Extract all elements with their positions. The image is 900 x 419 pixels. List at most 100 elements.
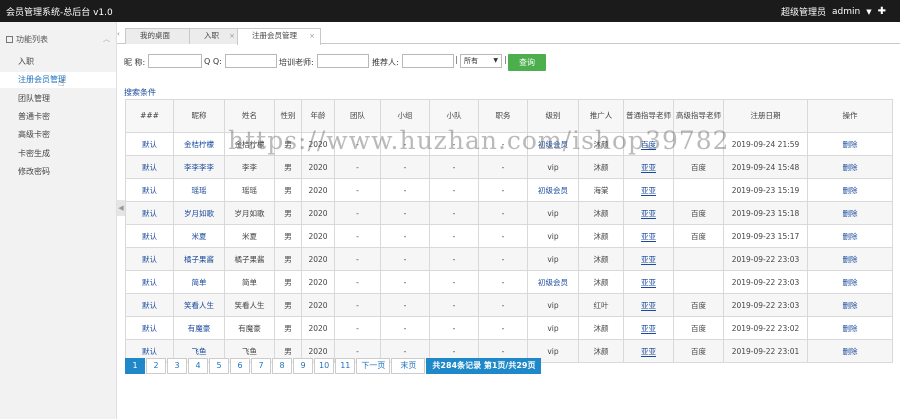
name-cell: 瑶瑶 <box>242 185 257 195</box>
name-column-cell: 笑看人生 <box>224 293 275 317</box>
sidebar-item-members[interactable]: 注册会员管理 ☝ <box>0 72 116 89</box>
nickname-link[interactable]: 米夏 <box>192 232 207 241</box>
tab-scroll-left-icon[interactable]: ‹ <box>117 30 120 38</box>
chevron-down-icon[interactable]: ▼ <box>866 8 871 16</box>
nickname-link[interactable]: 金桔柠檬 <box>184 140 214 149</box>
nickname-link[interactable]: 笑看人生 <box>184 301 214 310</box>
page-button[interactable]: 3 <box>167 358 187 374</box>
promoter-cell: 沐颜 <box>593 323 609 333</box>
normal-mentor-link[interactable]: 亚亚 <box>641 277 656 288</box>
page-button[interactable]: 8 <box>272 358 292 374</box>
row-default-link[interactable]: 默认 <box>142 163 157 172</box>
squad-column-cell: - <box>429 293 479 317</box>
team-cell: - <box>356 277 359 287</box>
row-default-link[interactable]: 默认 <box>142 255 157 264</box>
register-date-cell: 2019-09-22 23:02 <box>731 323 800 333</box>
normal-mentor-link[interactable]: 亚亚 <box>641 254 656 265</box>
age-cell: 2020 <box>308 277 328 287</box>
nickname-link[interactable]: 岁月如歌 <box>184 209 214 218</box>
id-column-cell: 默认 <box>125 270 174 294</box>
name-cell: 岁月如歌 <box>234 208 265 218</box>
page-button[interactable]: 6 <box>230 358 250 374</box>
delete-link[interactable]: 删除 <box>843 324 858 333</box>
normal-mentor-link[interactable]: 亚亚 <box>641 300 656 311</box>
referrer-input[interactable] <box>402 54 454 68</box>
qq-label: Q Q: <box>204 57 222 66</box>
page-button[interactable]: 5 <box>209 358 229 374</box>
page-button[interactable]: 7 <box>251 358 271 374</box>
nickname-input[interactable] <box>148 54 202 68</box>
page-button[interactable]: 2 <box>146 358 166 374</box>
sidebar-item-card-generate[interactable]: 卡密生成 <box>0 146 116 162</box>
page-button[interactable]: 1 <box>125 358 145 374</box>
sidebar-item-onboarding[interactable]: 入职 <box>0 54 116 70</box>
page-button[interactable]: 11 <box>335 358 356 374</box>
normal-mentor-link[interactable]: 亚亚 <box>641 185 656 196</box>
page-button[interactable]: 10 <box>314 358 335 374</box>
trainer-input[interactable] <box>317 54 369 68</box>
group-cell: - <box>403 277 407 287</box>
nickname-link[interactable]: 有魔豪 <box>188 324 211 333</box>
delete-link[interactable]: 删除 <box>843 209 858 218</box>
sidebar-item-senior-cards[interactable]: 高级卡密 <box>0 127 116 143</box>
row-default-link[interactable]: 默认 <box>142 186 157 195</box>
tab-desktop[interactable]: 我的桌面 <box>125 28 195 44</box>
senior-column-cell: 百度 <box>673 316 724 340</box>
separator: | <box>455 55 458 64</box>
row-default-link[interactable]: 默认 <box>142 209 157 218</box>
next-page-button[interactable]: 下一页 <box>356 358 391 374</box>
op-column-cell: 删除 <box>807 316 893 340</box>
normal-mentor-link[interactable]: 亚亚 <box>641 323 656 334</box>
nickname-link[interactable]: 瑶瑶 <box>192 186 207 195</box>
sex-column-cell: 男 <box>274 178 302 202</box>
level-select[interactable]: 所有 ▼ <box>460 54 502 68</box>
user-area: 超级管理员 admin ▼ ✚ <box>781 5 886 18</box>
delete-link[interactable]: 删除 <box>843 186 858 195</box>
sex-column-cell: 男 <box>274 293 302 317</box>
row-default-link[interactable]: 默认 <box>142 347 157 356</box>
nickname-link[interactable]: 橘子果酱 <box>184 255 214 264</box>
settings-icon[interactable]: ✚ <box>878 6 886 17</box>
qq-input[interactable] <box>225 54 277 68</box>
page-button[interactable]: 4 <box>188 358 208 374</box>
search-conditions-link[interactable]: 搜索条件 <box>124 87 156 98</box>
delete-link[interactable]: 删除 <box>843 278 858 287</box>
delete-link[interactable]: 删除 <box>843 163 858 172</box>
normal-mentor-link[interactable]: 亚亚 <box>641 208 656 219</box>
group-column-cell: - <box>380 201 430 225</box>
user-menu[interactable]: admin <box>832 7 860 17</box>
close-icon[interactable]: × <box>309 29 315 43</box>
row-default-link[interactable]: 默认 <box>142 232 157 241</box>
query-button[interactable]: 查询 <box>508 54 546 71</box>
row-default-link[interactable]: 默认 <box>142 301 157 310</box>
normal-mentor-link[interactable]: 亚亚 <box>641 162 656 173</box>
sidebar-toggle-icon[interactable]: ◀ <box>117 200 125 216</box>
delete-link[interactable]: 删除 <box>843 232 858 241</box>
row-default-link[interactable]: 默认 <box>142 278 157 287</box>
group-cell: - <box>403 231 407 241</box>
page-button[interactable]: 9 <box>293 358 313 374</box>
row-default-link[interactable]: 默认 <box>142 140 157 149</box>
senior-column-cell: 百度 <box>673 224 724 248</box>
tab-members[interactable]: 注册会员管理 × <box>237 28 321 45</box>
delete-link[interactable]: 删除 <box>843 140 858 149</box>
delete-link[interactable]: 删除 <box>843 347 858 356</box>
close-icon[interactable]: × <box>229 29 235 43</box>
sidebar-item-normal-cards[interactable]: 普通卡密 <box>0 109 116 125</box>
nickname-link[interactable]: 飞鱼 <box>192 347 207 356</box>
normal-mentor-link[interactable]: 亚亚 <box>641 346 656 357</box>
normal-mentor-link[interactable]: 亚亚 <box>641 231 656 242</box>
sidebar-item-teams[interactable]: 团队管理 <box>0 91 116 107</box>
date-column-cell: 2019-09-22 23:02 <box>723 316 808 340</box>
tab-onboarding[interactable]: 入职 × <box>189 28 241 44</box>
nickname-link[interactable]: 李李李李 <box>184 163 214 172</box>
row-default-link[interactable]: 默认 <box>142 324 157 333</box>
last-page-button[interactable]: 末页 <box>391 358 426 374</box>
sidebar-item-change-password[interactable]: 修改密码 <box>0 164 116 180</box>
promoter-column-cell: 沐颜 <box>578 270 624 294</box>
team-cell: - <box>356 254 359 264</box>
nickname-link[interactable]: 简单 <box>192 278 207 287</box>
chevron-up-icon[interactable]: ︿ <box>103 34 110 44</box>
delete-link[interactable]: 删除 <box>843 255 858 264</box>
delete-link[interactable]: 删除 <box>843 301 858 310</box>
